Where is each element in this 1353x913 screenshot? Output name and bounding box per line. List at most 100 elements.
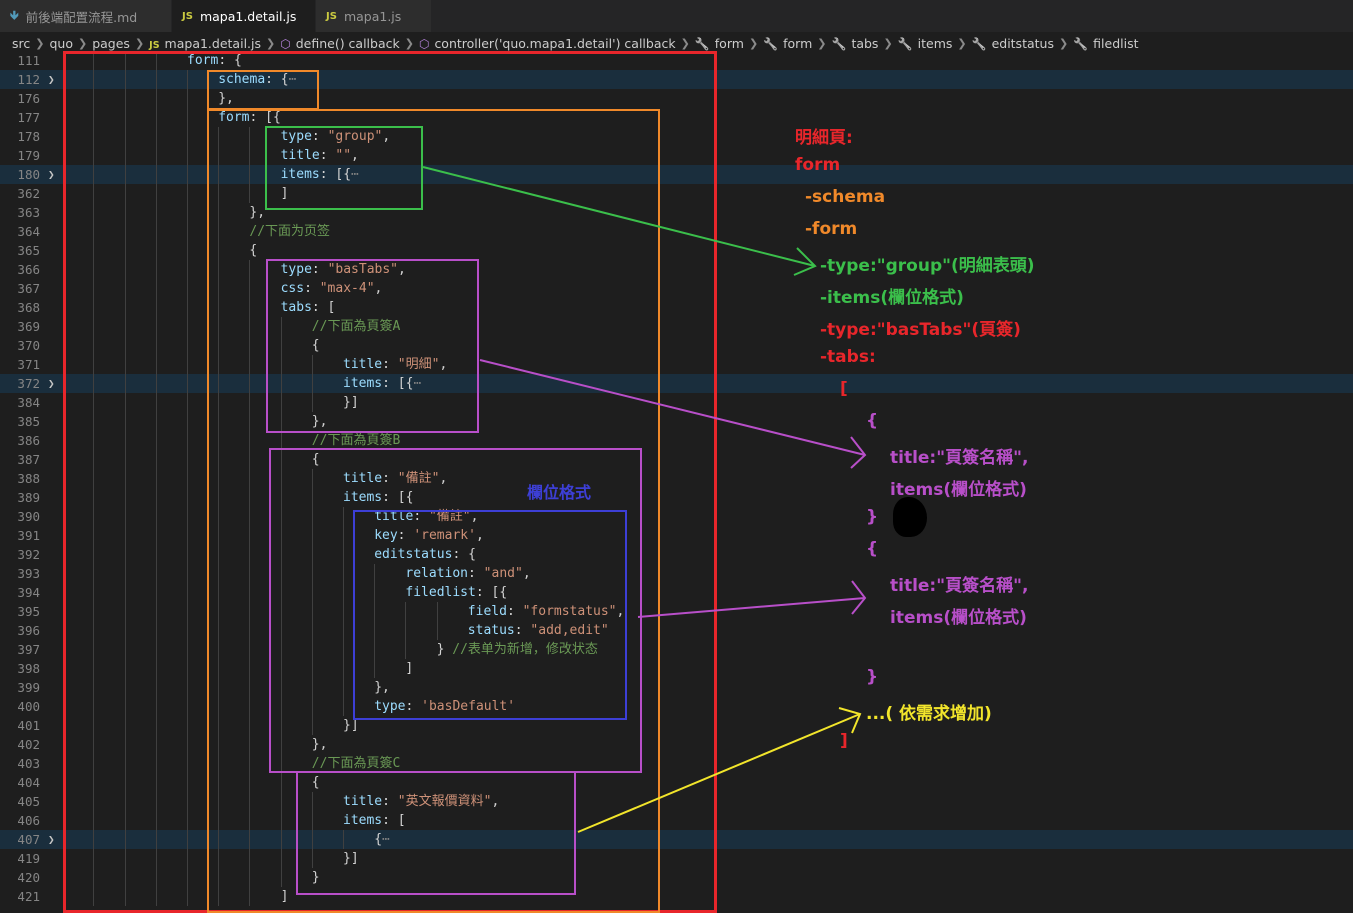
code-text: { [312, 773, 320, 792]
code-line[interactable]: 370 { [0, 336, 1353, 355]
breadcrumb-item[interactable]: JS mapa1.detail.js [149, 36, 261, 51]
code-line[interactable]: 177 form: [{ [0, 108, 1353, 127]
code-line[interactable]: 391 key: 'remark', [0, 526, 1353, 545]
code-line[interactable]: 402}, [0, 735, 1353, 754]
chevron-right-icon: ❯ [817, 36, 827, 50]
indent-guide [311, 792, 313, 811]
indent-guide [187, 298, 188, 317]
breadcrumb-item[interactable]: 🔧 filedlist [1073, 36, 1138, 51]
code-line[interactable]: 386 //下面為頁簽B [0, 431, 1353, 450]
line-number: 401 [17, 718, 40, 733]
indent-guide [187, 583, 188, 602]
code-line[interactable]: 421] [0, 887, 1353, 906]
annotation-text: { [866, 539, 879, 559]
indent-guide [155, 469, 157, 488]
indent-guide [93, 583, 95, 602]
fold-chevron-icon[interactable]: ❯ [48, 830, 60, 849]
chevron-right-icon: ❯ [134, 36, 145, 50]
code-token: } [436, 642, 453, 657]
code-line[interactable]: 393 relation: "and", [0, 564, 1353, 583]
fold-chevron-icon[interactable]: ❯ [48, 165, 60, 184]
code-line[interactable]: 394 filedlist: [{ [0, 583, 1353, 602]
code-line[interactable]: 371 title: "明細", [0, 355, 1353, 374]
code-line[interactable]: 400 type: 'basDefault' [0, 697, 1353, 716]
fold-chevron-icon[interactable]: ❯ [48, 70, 60, 89]
indent-guide [280, 355, 282, 374]
code-line[interactable]: 396 status: "add,edit" [0, 621, 1353, 640]
indent-guide [187, 165, 188, 184]
indent-guide [249, 640, 251, 659]
code-line[interactable]: 388 title: "備註", [0, 469, 1353, 488]
code-line[interactable]: 178 type: "group", [0, 127, 1353, 146]
breadcrumb-item[interactable]: 🔧 editstatus [972, 36, 1054, 51]
code-line[interactable]: 401}] [0, 716, 1353, 735]
fold-chevron-icon[interactable]: ❯ [48, 374, 60, 393]
code-line[interactable]: 179 title: "", [0, 146, 1353, 165]
indent-guide [93, 336, 95, 355]
code-token: form [218, 110, 250, 125]
property-wrench-icon: 🔧 [831, 36, 847, 51]
tab-mapa1-js[interactable]: JS mapa1.js [316, 0, 432, 32]
breadcrumb-label: src [12, 35, 31, 51]
code-line[interactable]: 385}, [0, 412, 1353, 431]
breadcrumb-item[interactable]: 🔧 tabs [831, 36, 878, 51]
code-line[interactable]: 389 items: [{ [0, 488, 1353, 507]
indent-guide [155, 792, 157, 811]
indent-guide [218, 887, 220, 906]
code-line[interactable]: 395 field: "formstatus", [0, 602, 1353, 621]
code-line[interactable]: 405 title: "英文報價資料", [0, 792, 1353, 811]
code-token: "備註" [397, 471, 440, 486]
code-line[interactable]: 404 { [0, 773, 1353, 792]
breadcrumb-item[interactable]: pages [92, 36, 130, 51]
indent-guide [218, 716, 220, 735]
code-token: 'remark' [413, 528, 476, 543]
code-line[interactable]: 420} [0, 868, 1353, 887]
code-line[interactable]: 362] [0, 184, 1353, 203]
code-line[interactable]: 366 type: "basTabs", [0, 260, 1353, 279]
code-text: items: [{ [343, 488, 413, 507]
code-line[interactable]: 390 title: "備註", [0, 507, 1353, 526]
code-token: { [311, 775, 320, 790]
breadcrumb-item[interactable]: quo [49, 36, 73, 51]
indent-guide [218, 564, 220, 583]
code-line[interactable]: 403 //下面為頁簽C [0, 754, 1353, 773]
indent-guide [124, 431, 126, 450]
breadcrumb-item[interactable]: 🔧 form [695, 36, 744, 51]
code-line[interactable]: 406 items: [ [0, 811, 1353, 830]
tab-mapa1-detail-js[interactable]: JS mapa1.detail.js [172, 0, 316, 32]
breadcrumb-item[interactable]: 🔧 items [898, 36, 953, 51]
code-line[interactable]: 367 css: "max-4", [0, 279, 1353, 298]
code-editor[interactable]: 111 form: {112 ❯ schema: {⋯ 176}, 177 form: [{… [0, 51, 1353, 910]
code-line[interactable]: 111 form: { [0, 51, 1353, 70]
breadcrumb-item[interactable]: src [12, 36, 30, 51]
code-line[interactable]: 363}, [0, 203, 1353, 222]
code-line[interactable]: 112 ❯ schema: {⋯ [0, 70, 1353, 89]
code-line[interactable]: 399}, [0, 678, 1353, 697]
indent-guide [93, 545, 95, 564]
code-line[interactable]: 419}] [0, 849, 1353, 868]
indent-guide [311, 678, 313, 697]
code-line[interactable]: 372 ❯ items: [{⋯ [0, 374, 1353, 393]
code-line[interactable]: 180 ❯ items: [{⋯ [0, 165, 1353, 184]
indent-guide [124, 241, 126, 260]
code-line[interactable]: 407 ❯ {⋯ [0, 830, 1353, 849]
code-line[interactable]: 368 tabs: [ [0, 298, 1353, 317]
line-number: 419 [17, 851, 40, 866]
breadcrumb-item[interactable]: 🔧 form [763, 36, 812, 51]
code-line[interactable]: 384}] [0, 393, 1353, 412]
code-line[interactable]: 398] [0, 659, 1353, 678]
indent-guide [187, 393, 188, 412]
breadcrumb-item[interactable]: ⬡ controller('quo.mapa1.detail') callback [419, 36, 676, 51]
code-line[interactable]: 176}, [0, 89, 1353, 108]
tab-markdown-file[interactable]: 🡻 前後端配置流程.md [0, 0, 172, 32]
code-line[interactable]: 369 //下面為頁簽A [0, 317, 1353, 336]
indent-guide [249, 469, 251, 488]
code-line[interactable]: 365 { [0, 241, 1353, 260]
line-number: 403 [17, 756, 40, 771]
breadcrumb-item[interactable]: ⬡ define() callback [280, 36, 400, 51]
code-line[interactable]: 392 editstatus: { [0, 545, 1353, 564]
code-line[interactable]: 397} //表单为新增，修改状态 [0, 640, 1353, 659]
code-line[interactable]: 364 //下面为页签 [0, 222, 1353, 241]
code-line[interactable]: 387 { [0, 450, 1353, 469]
indent-guide [374, 621, 376, 640]
